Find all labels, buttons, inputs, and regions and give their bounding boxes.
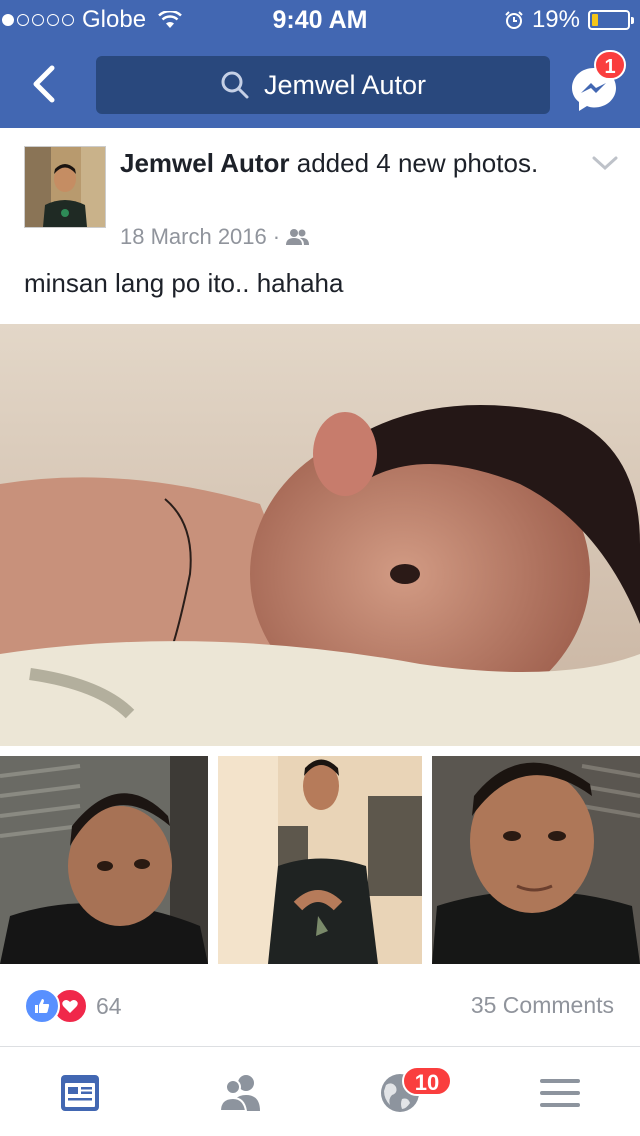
post-photo-thumbnail[interactable] [0, 756, 208, 964]
battery-fill [592, 14, 598, 26]
post-header: Jemwel Autor added 4 new photos. 18 Marc… [0, 128, 640, 264]
friend-requests-icon[interactable] [216, 1069, 264, 1117]
chevron-down-icon[interactable] [590, 148, 620, 178]
avatar[interactable] [24, 146, 106, 228]
post-caption: minsan lang po ito.. hahaha [24, 268, 344, 298]
search-icon [221, 71, 249, 99]
alarm-icon [505, 11, 523, 29]
battery-percent: 19% [531, 6, 580, 33]
post-title: Jemwel Autor added 4 new photos. [120, 146, 570, 181]
post-meta: 18 March 2016 · [120, 224, 310, 250]
photo-image [432, 756, 640, 964]
news-feed-icon[interactable] [56, 1069, 104, 1117]
search-bar[interactable]: Jemwel Autor [96, 56, 550, 114]
comments-count[interactable]: 35 Comments [471, 992, 614, 1019]
friends-icon [286, 229, 310, 245]
post-date[interactable]: 18 March 2016 [120, 224, 267, 250]
notifications-badge: 10 [402, 1066, 452, 1096]
post-action: added 4 new photos. [289, 148, 539, 178]
post-photo-thumbnail[interactable] [432, 756, 640, 964]
navigation-bar: Jemwel Autor [0, 40, 640, 128]
author-name[interactable]: Jemwel Autor [120, 148, 290, 178]
avatar-image [25, 147, 105, 227]
bottom-tab-bar [0, 1047, 640, 1136]
post-photo-main[interactable] [0, 324, 640, 746]
battery-icon [588, 10, 634, 30]
carrier-name: Globe [82, 6, 147, 33]
meta-separator: · [272, 224, 281, 249]
reactions-summary[interactable]: 64 [24, 988, 122, 1024]
search-text: Jemwel Autor [263, 69, 427, 100]
photo-image [0, 756, 208, 964]
battery-area: 19% [504, 6, 634, 34]
carrier-info: Globe [0, 6, 182, 34]
photo-image [0, 324, 640, 746]
wifi-icon [158, 11, 182, 28]
messenger-badge: 1 [594, 50, 626, 80]
signal-strength-icon [2, 14, 74, 26]
menu-icon[interactable] [536, 1069, 584, 1117]
like-icon [24, 988, 60, 1024]
post-photo-thumbnail[interactable] [218, 756, 422, 964]
reaction-count: 64 [96, 992, 122, 1019]
photo-image [218, 756, 422, 964]
back-arrow-icon[interactable] [26, 60, 66, 108]
status-bar: Globe 9:40 AM 19% [0, 0, 640, 40]
